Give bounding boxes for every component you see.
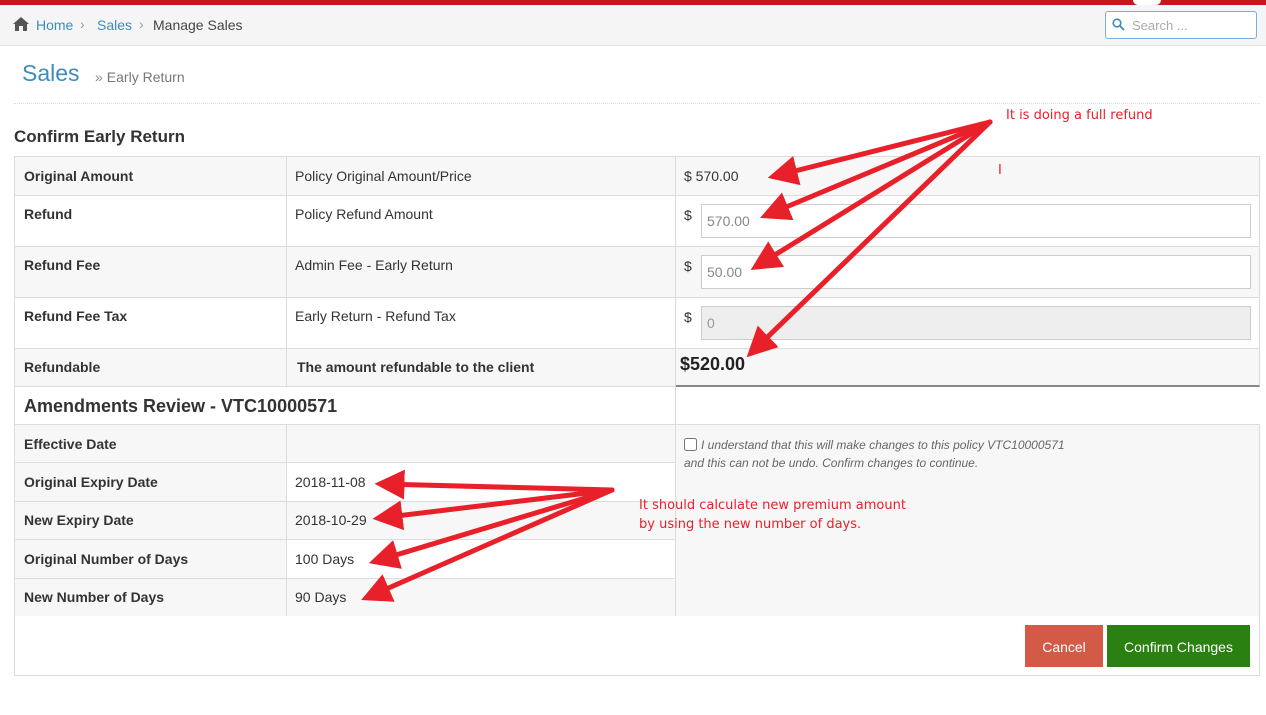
currency-symbol: $: [684, 309, 692, 325]
row-refund-fee-tax-label-cell: Refund Fee Tax: [14, 297, 287, 349]
page-subtitle-text: Early Return: [106, 69, 185, 85]
amend-row-label-cell: Effective Date: [14, 424, 287, 463]
row-refund-fee-tax-desc-cell: Early Return - Refund Tax: [286, 297, 676, 349]
field-label: Original Expiry Date: [24, 474, 158, 490]
amendments-heading: Amendments Review - VTC10000571: [24, 396, 338, 416]
field-label: Refundable: [24, 359, 101, 375]
confirm-changes-checkbox[interactable]: [684, 438, 697, 451]
subtitle-chevron: »: [95, 69, 103, 85]
field-label: Refund Fee Tax: [24, 308, 128, 324]
row-original-amount-desc-cell: Policy Original Amount/Price: [286, 156, 676, 196]
original-number-of-days-value: 100 Days: [295, 551, 355, 567]
search-input[interactable]: [1130, 15, 1250, 35]
row-refund-value-cell: $: [675, 195, 1260, 247]
amend-row-value-cell: 90 Days: [286, 578, 676, 617]
field-label: Effective Date: [24, 436, 117, 452]
row-refund-fee-value-cell: $: [675, 246, 1260, 298]
row-original-amount-label-cell: Original Amount: [14, 156, 287, 196]
field-label: Original Amount: [24, 168, 134, 184]
row-refundable-desc-cell: The amount refundable to the client: [286, 348, 676, 387]
field-description: The amount refundable to the client: [297, 359, 535, 375]
row-refund-desc-cell: Policy Refund Amount: [286, 195, 676, 247]
field-label: New Expiry Date: [24, 512, 134, 528]
amend-row-label-cell: Original Expiry Date: [14, 462, 287, 502]
row-refund-fee-tax-value-cell: $: [675, 297, 1260, 349]
row-refund-label-cell: Refund: [14, 195, 287, 247]
original-expiry-date-value: 2018-11-08: [295, 474, 366, 490]
amend-row-value-cell: 2018-11-08: [286, 462, 676, 502]
annotation-top-note: It is doing a full refund: [1006, 108, 1153, 123]
row-refundable-label-cell: Refundable: [14, 348, 287, 387]
field-label: New Number of Days: [24, 589, 165, 605]
page-subtitle: » Early Return: [95, 69, 185, 85]
amend-row-label-cell: Original Number of Days: [14, 539, 287, 579]
search-box[interactable]: [1105, 11, 1257, 39]
page-title: Sales: [22, 60, 80, 86]
field-label: Refund Fee: [24, 257, 101, 273]
refund-amount-input[interactable]: [701, 204, 1251, 238]
cancel-button[interactable]: Cancel: [1025, 625, 1103, 667]
field-label: Original Number of Days: [24, 551, 189, 567]
row-refundable-value-cell: $520.00: [675, 348, 1260, 387]
confirm-line-1: I understand that this will make changes…: [701, 438, 1065, 452]
row-refund-fee-label-cell: Refund Fee: [14, 246, 287, 298]
search-icon: [1112, 18, 1125, 31]
breadcrumb: Home › Sales › Manage Sales: [0, 5, 1266, 46]
divider: [14, 103, 1260, 104]
breadcrumb-sales-link[interactable]: Sales: [97, 17, 132, 33]
row-refund-fee-desc-cell: Admin Fee - Early Return: [286, 246, 676, 298]
annotation-bottom-note-1: It should calculate new premium amount: [639, 498, 906, 513]
breadcrumb-separator: ›: [139, 16, 144, 32]
field-description: Policy Refund Amount: [295, 206, 433, 222]
field-description: Admin Fee - Early Return: [295, 257, 453, 273]
field-label: Refund: [24, 206, 73, 222]
amend-row-label-cell: New Expiry Date: [14, 501, 287, 540]
original-amount-value: $ 570.00: [684, 168, 739, 184]
new-number-of-days-value: 90 Days: [295, 589, 347, 605]
breadcrumb-home-link[interactable]: Home: [36, 17, 73, 33]
currency-symbol: $: [684, 207, 692, 223]
confirm-changes-button[interactable]: Confirm Changes: [1107, 625, 1250, 667]
field-description: Policy Original Amount/Price: [295, 168, 472, 184]
annotation-cursor-mark: I: [998, 163, 1002, 178]
amend-row-value-cell: 100 Days: [286, 539, 676, 579]
new-expiry-date-value: 2018-10-29: [295, 512, 367, 528]
home-icon[interactable]: [12, 16, 30, 32]
row-original-amount-value-cell: $ 570.00: [675, 156, 1260, 196]
amend-row-value-cell: 2018-10-29: [286, 501, 676, 540]
breadcrumb-current: Manage Sales: [153, 17, 243, 33]
confirm-section-heading: Confirm Early Return: [14, 127, 185, 146]
currency-symbol: $: [684, 258, 692, 274]
field-description: Early Return - Refund Tax: [295, 308, 456, 324]
confirm-checkbox-label: I understand that this will make changes…: [684, 436, 1104, 472]
refundable-total: $520.00: [680, 354, 746, 374]
refund-fee-tax-input: [701, 306, 1251, 340]
annotation-bottom-note-2: by using the new number of days.: [639, 517, 862, 532]
amend-row-value-cell: [286, 424, 676, 463]
confirm-line-2: and this can not be undo. Confirm change…: [684, 456, 979, 470]
refund-fee-input[interactable]: [701, 255, 1251, 289]
amend-row-label-cell: New Number of Days: [14, 578, 287, 617]
breadcrumb-separator: ›: [80, 16, 85, 32]
amendments-heading-cell: Amendments Review - VTC10000571: [14, 386, 676, 425]
